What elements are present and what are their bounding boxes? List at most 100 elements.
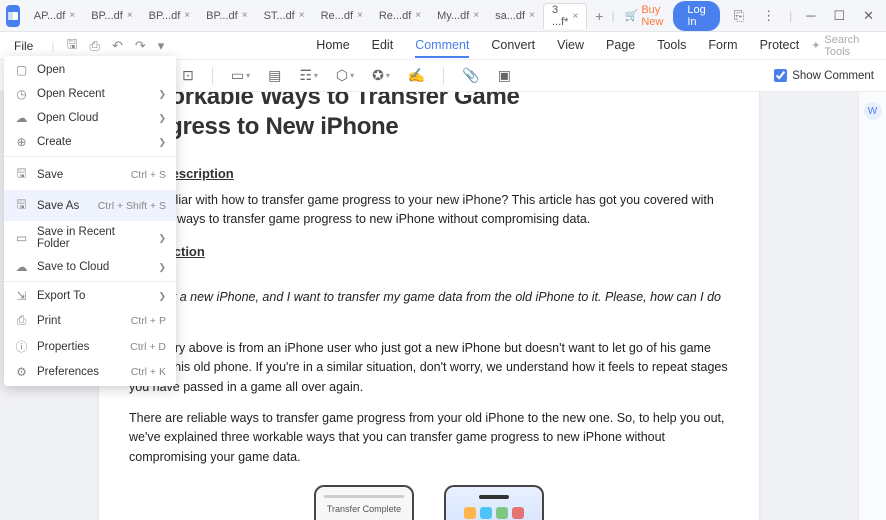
notification-icon[interactable]: ⎘ bbox=[730, 6, 748, 26]
tab-close-icon[interactable]: × bbox=[299, 10, 305, 21]
stamp-tool[interactable]: ✪▾ bbox=[372, 67, 390, 84]
tab-close-icon[interactable]: × bbox=[473, 10, 479, 21]
tab-close-icon[interactable]: × bbox=[242, 10, 248, 21]
document-tab[interactable]: My...df× bbox=[429, 3, 487, 29]
customize-icon[interactable]: ▾ bbox=[158, 38, 165, 54]
print-icon: ⎙ bbox=[14, 313, 29, 328]
print-icon[interactable]: ⎙ bbox=[90, 38, 100, 54]
body-paragraph-2: There are reliable ways to transfer game… bbox=[129, 409, 729, 467]
tab-label: 3 ...f* bbox=[552, 4, 569, 28]
measure-tool[interactable]: ⬡▾ bbox=[336, 67, 354, 84]
file-menu-export-to[interactable]: ⇲Export To❯ bbox=[4, 284, 176, 308]
new-tab-button[interactable]: + bbox=[587, 8, 611, 24]
menu-item-label: Create bbox=[37, 136, 150, 148]
shortcut-label: Ctrl + S bbox=[131, 169, 166, 181]
prefs-icon: ⚙ bbox=[14, 365, 29, 379]
signature-tool[interactable]: ✍ bbox=[408, 67, 425, 84]
shortcut-label: Ctrl + K bbox=[131, 366, 166, 378]
file-menu-open-cloud[interactable]: ☁Open Cloud❯ bbox=[4, 106, 176, 130]
word-export-icon[interactable]: W bbox=[864, 102, 882, 120]
save-icon[interactable]: 🖫 bbox=[66, 35, 77, 57]
search-placeholder: Search Tools bbox=[824, 34, 859, 58]
buy-new-link[interactable]: 🛒 Buy New bbox=[625, 4, 664, 28]
menu-item-label: Open bbox=[37, 64, 166, 76]
shortcut-label: Ctrl + Shift + S bbox=[98, 200, 166, 212]
file-menu-save-to-cloud[interactable]: ☁Save to Cloud❯ bbox=[4, 255, 176, 279]
login-button[interactable]: Log In bbox=[673, 1, 719, 31]
tab-close-icon[interactable]: × bbox=[69, 10, 75, 21]
menu-item-label: Open Recent bbox=[37, 88, 150, 100]
menu-page[interactable]: Page bbox=[606, 34, 635, 58]
search-tools[interactable]: ✦ Search Tools bbox=[811, 34, 859, 58]
document-tab[interactable]: BP...df× bbox=[141, 3, 198, 29]
file-menu-button[interactable]: File bbox=[8, 39, 39, 53]
menu-protect[interactable]: Protect bbox=[760, 34, 800, 58]
create-icon: ⊕ bbox=[14, 135, 29, 149]
file-menu-preferences[interactable]: ⚙PreferencesCtrl + K bbox=[4, 360, 176, 384]
minimize-icon[interactable]: ─ bbox=[802, 6, 819, 25]
menu-comment[interactable]: Comment bbox=[415, 34, 469, 58]
file-menu-save-as[interactable]: 🖫Save AsCtrl + Shift + S bbox=[4, 190, 176, 221]
document-tab[interactable]: ST...df× bbox=[256, 3, 313, 29]
tab-close-icon[interactable]: × bbox=[415, 10, 421, 21]
callout-tool[interactable]: ⊡ bbox=[182, 67, 194, 84]
file-menu-create[interactable]: ⊕Create❯ bbox=[4, 130, 176, 154]
comments-panel-tool[interactable]: ▣ bbox=[498, 67, 511, 84]
file-menu-save-in-recent-folder[interactable]: ▭Save in Recent Folder❯ bbox=[4, 221, 176, 255]
phone-label: Transfer Complete bbox=[327, 504, 401, 514]
menu-home[interactable]: Home bbox=[316, 34, 349, 58]
document-tab[interactable]: AP...df× bbox=[26, 3, 83, 29]
meta-heading: Meta Description bbox=[129, 166, 729, 181]
file-menu-open-recent[interactable]: ◷Open Recent❯ bbox=[4, 82, 176, 106]
submenu-arrow-icon: ❯ bbox=[158, 262, 166, 273]
tab-close-icon[interactable]: × bbox=[529, 10, 535, 21]
props-icon: ⓘ bbox=[14, 338, 29, 355]
quote-line-2: I just got a new iPhone, and I want to t… bbox=[129, 290, 721, 323]
recent-icon: ◷ bbox=[14, 87, 29, 101]
file-menu-print[interactable]: ⎙PrintCtrl + P bbox=[4, 308, 176, 333]
tab-close-icon[interactable]: × bbox=[184, 10, 190, 21]
close-icon[interactable]: ✕ bbox=[859, 6, 878, 26]
document-tab[interactable]: 3 ...f*× bbox=[543, 3, 587, 29]
undo-icon[interactable]: ↶ bbox=[112, 38, 123, 54]
tab-close-icon[interactable]: × bbox=[127, 10, 133, 21]
quote-block: 'Hello, I just got a new iPhone, and I w… bbox=[129, 269, 729, 327]
divider: | bbox=[51, 39, 54, 53]
shape-tool[interactable]: ▭▾ bbox=[231, 67, 250, 84]
menu-view[interactable]: View bbox=[557, 34, 584, 58]
redo-icon[interactable]: ↷ bbox=[135, 38, 146, 54]
area-tool[interactable]: ☶▾ bbox=[299, 67, 318, 84]
document-tab[interactable]: Re...df× bbox=[371, 3, 429, 29]
show-comment-label: Show Comment bbox=[792, 70, 874, 82]
buy-new-label: Buy New bbox=[641, 4, 663, 28]
menu-convert[interactable]: Convert bbox=[491, 34, 535, 58]
document-tab[interactable]: Re...df× bbox=[313, 3, 371, 29]
document-tab[interactable]: BP...df× bbox=[83, 3, 140, 29]
document-tab[interactable]: BP...df× bbox=[198, 3, 255, 29]
file-menu-properties[interactable]: ⓘPropertiesCtrl + D bbox=[4, 333, 176, 360]
menu-form[interactable]: Form bbox=[708, 34, 737, 58]
show-comment-checkbox[interactable] bbox=[774, 69, 787, 82]
titlebar: AP...df×BP...df×BP...df×BP...df×ST...df×… bbox=[0, 0, 886, 32]
attachment-tool[interactable]: 📎 bbox=[462, 67, 479, 84]
tab-close-icon[interactable]: × bbox=[572, 11, 578, 22]
maximize-icon[interactable]: ☐ bbox=[829, 6, 849, 26]
file-menu-save[interactable]: 🖫SaveCtrl + S bbox=[4, 159, 176, 190]
show-comment-toggle[interactable]: Show Comment bbox=[774, 69, 874, 82]
menu-tools[interactable]: Tools bbox=[657, 34, 686, 58]
shortcut-label: Ctrl + D bbox=[130, 341, 166, 353]
phone-iphone bbox=[444, 485, 544, 520]
menu-divider bbox=[4, 156, 176, 157]
file-dropdown-menu: ▢ Open ◷ Open Recent ❯ ☁Open Cloud❯ ⊕ Create ❯ 🖫S… bbox=[4, 56, 176, 386]
menu-edit[interactable]: Edit bbox=[372, 34, 394, 58]
document-tab[interactable]: sa...df× bbox=[487, 3, 543, 29]
saveas-icon: 🖫 bbox=[14, 195, 29, 216]
open-icon: ▢ bbox=[14, 63, 29, 77]
page-title: 3 Workable Ways to Transfer Game Progres… bbox=[129, 92, 729, 142]
note-tool[interactable]: ▤ bbox=[268, 67, 281, 84]
tab-close-icon[interactable]: × bbox=[357, 10, 363, 21]
more-icon[interactable]: ⋮ bbox=[758, 6, 779, 26]
submenu-arrow-icon: ❯ bbox=[158, 291, 166, 302]
divider bbox=[212, 67, 213, 85]
file-menu-open[interactable]: ▢ Open bbox=[4, 58, 176, 82]
